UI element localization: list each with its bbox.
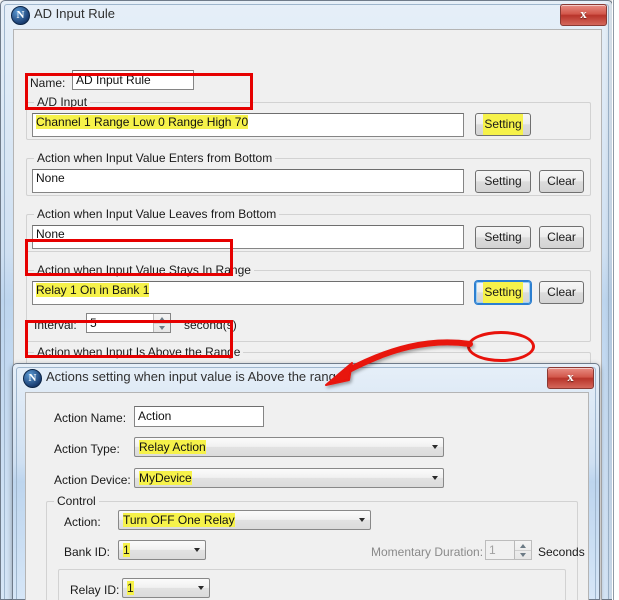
interval-spin-down[interactable] (154, 323, 170, 332)
chevron-down-icon (159, 325, 165, 330)
ad-input-value: Channel 1 Range Low 0 Range High 70 (32, 113, 464, 137)
stays-clear-label: Clear (547, 285, 576, 299)
momentary-duration-label: Momentary Duration: (371, 545, 484, 559)
action-type-select[interactable]: Relay Action (134, 437, 444, 457)
control-action-value-text: Turn OFF One Relay (123, 513, 235, 527)
actions-setting-window: N Actions setting when input value is Ab… (12, 363, 600, 600)
control-group-caption: Control (54, 494, 99, 508)
action-device-label: Action Device: (54, 473, 131, 487)
parent-titlebar[interactable]: N AD Input Rule x (1, 1, 612, 28)
chevron-down-icon[interactable] (192, 579, 209, 597)
close-icon: x (567, 369, 574, 384)
stays-in-range-value-text: Relay 1 On in Bank 1 (36, 283, 150, 297)
stays-setting-label: Setting (483, 282, 523, 303)
relay-id-label: Relay ID: (70, 583, 120, 597)
relay-id-select[interactable]: 1 (122, 578, 210, 598)
leaves-from-bottom-value: None (32, 225, 464, 249)
chevron-down-icon (520, 552, 526, 557)
child-titlebar[interactable]: N Actions setting when input value is Ab… (13, 364, 599, 391)
chevron-down-icon[interactable] (188, 541, 205, 559)
app-n-icon: N (23, 369, 42, 388)
relay-id-value: 1 (127, 581, 134, 596)
chevron-down-icon[interactable] (426, 469, 443, 487)
enters-from-bottom-clear-button[interactable]: Clear (539, 170, 584, 193)
name-label: Name: (30, 76, 66, 90)
interval-spin-buttons[interactable] (153, 314, 170, 332)
action-device-value-text: MyDevice (139, 471, 192, 485)
child-close-button[interactable]: x (547, 367, 594, 389)
control-action-label: Action: (64, 515, 101, 529)
group-caption: Action when Input Is Above the Range (34, 345, 244, 359)
momentary-units-label: Seconds (538, 545, 585, 559)
interval-value: 5 (90, 316, 97, 330)
screenshot-root: N AD Input Rule x Name: AD Input Rule A/… (0, 0, 619, 600)
action-device-select[interactable]: MyDevice (134, 468, 444, 488)
momentary-spin-buttons (514, 541, 531, 559)
leaves-from-bottom-setting-button[interactable]: Setting (475, 226, 531, 249)
leaves-setting-label: Setting (484, 230, 522, 244)
close-button[interactable]: x (560, 4, 607, 26)
chevron-up-icon (159, 316, 165, 321)
enters-clear-label: Clear (547, 174, 576, 188)
momentary-spin-down (515, 550, 531, 559)
close-icon: x (580, 6, 587, 21)
group-caption: Action when Input Value Enters from Bott… (34, 151, 276, 165)
chevron-up-icon (520, 543, 526, 548)
window-border-right (613, 0, 614, 600)
child-window-title: Actions setting when input value is Abov… (46, 369, 344, 384)
bank-id-select[interactable]: 1 (118, 540, 206, 560)
page-title: AD Input Rule (34, 6, 115, 21)
leaves-clear-label: Clear (547, 230, 576, 244)
interval-stepper[interactable]: 5 (86, 313, 171, 333)
interval-units-label: second(s) (184, 318, 237, 332)
child-client-area: Action Name: Action Action Type: Relay A… (25, 392, 589, 600)
group-caption: Action when Input Value Stays In Range (34, 263, 254, 277)
enters-from-bottom-setting-button[interactable]: Setting (475, 170, 531, 193)
app-n-icon: N (11, 6, 30, 25)
control-action-value: Turn OFF One Relay (123, 513, 235, 528)
momentary-duration-value: 1 (489, 543, 496, 557)
control-action-select[interactable]: Turn OFF One Relay (118, 510, 371, 530)
momentary-duration-stepper: 1 (485, 540, 532, 560)
stays-in-range-setting-button[interactable]: Setting (475, 281, 531, 304)
group-caption: A/D Input (34, 95, 91, 109)
stays-in-range-value: Relay 1 On in Bank 1 (32, 281, 464, 305)
action-device-value: MyDevice (139, 471, 192, 486)
chevron-down-icon[interactable] (426, 438, 443, 456)
bank-id-value-text: 1 (123, 543, 130, 557)
chevron-down-icon[interactable] (353, 511, 370, 529)
ad-input-setting-label: Setting (483, 114, 523, 135)
relay-id-value-text: 1 (127, 581, 134, 595)
interval-label: Interval: (34, 318, 77, 332)
action-name-input[interactable]: Action (134, 406, 264, 427)
action-type-value: Relay Action (139, 440, 206, 455)
name-input[interactable]: AD Input Rule (72, 70, 194, 90)
action-name-label: Action Name: (54, 411, 127, 425)
leaves-from-bottom-clear-button[interactable]: Clear (539, 226, 584, 249)
enters-from-bottom-value: None (32, 169, 464, 193)
stays-in-range-clear-button[interactable]: Clear (539, 281, 584, 304)
group-caption: Action when Input Value Leaves from Bott… (34, 207, 280, 221)
ad-input-value-text: Channel 1 Range Low 0 Range High 70 (36, 115, 249, 129)
enters-setting-label: Setting (484, 174, 522, 188)
action-type-label: Action Type: (54, 442, 120, 456)
action-type-value-text: Relay Action (139, 440, 206, 454)
bank-id-value: 1 (123, 543, 130, 558)
bank-id-label: Bank ID: (64, 545, 111, 559)
ad-input-setting-button[interactable]: Setting (475, 113, 531, 136)
